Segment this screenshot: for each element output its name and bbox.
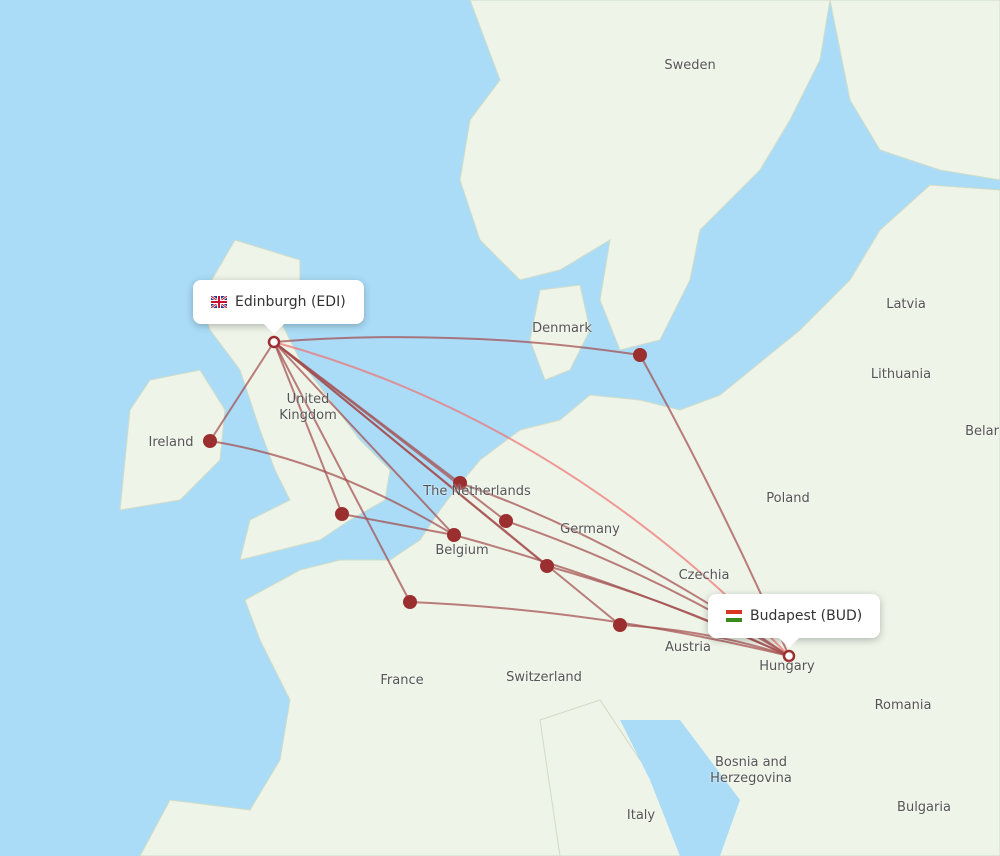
airport-dot [499, 514, 513, 528]
country-label: Bulgaria [897, 800, 951, 815]
origin-label: Edinburgh (EDI) [235, 294, 346, 310]
country-label: Germany [560, 522, 620, 537]
country-label: Poland [766, 491, 810, 506]
country-label: Sweden [664, 58, 716, 73]
airport-dot [447, 528, 461, 542]
country-label: Czechia [678, 568, 730, 583]
country-label: The Netherlands [423, 484, 531, 499]
country-label: Belar [965, 424, 999, 439]
country-label: Lithuania [870, 367, 932, 382]
country-label: Latvia [886, 297, 926, 312]
country-label: Ireland [148, 435, 194, 450]
country-label: Hungary [759, 659, 815, 674]
country-label: Belgium [435, 543, 489, 558]
country-label: Italy [626, 808, 656, 823]
destination-popup[interactable]: Budapest (BUD) [708, 594, 881, 648]
airport-dot [203, 434, 217, 448]
map[interactable] [0, 0, 1000, 856]
country-label: Denmark [532, 321, 592, 336]
airport-dot [613, 618, 627, 632]
uk-flag-icon [211, 296, 227, 308]
country-label: Romania [874, 698, 932, 713]
origin-marker[interactable] [267, 335, 281, 349]
airport-dot [335, 507, 349, 521]
country-label: Austria [665, 640, 711, 655]
country-label: Bosnia and Herzegovina [710, 755, 792, 786]
country-label: United Kingdom [279, 392, 337, 423]
airport-dot [403, 595, 417, 609]
hungary-flag-icon [726, 610, 742, 622]
origin-popup[interactable]: Edinburgh (EDI) [193, 280, 364, 334]
airport-dot [540, 559, 554, 573]
country-label: Switzerland [506, 670, 582, 685]
land [119, 0, 1000, 856]
country-label: France [380, 673, 424, 688]
airport-dot [633, 348, 647, 362]
destination-label: Budapest (BUD) [750, 608, 863, 624]
